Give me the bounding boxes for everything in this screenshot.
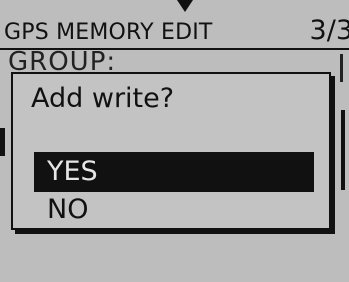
field-bracket — [340, 54, 343, 82]
lcd-screen: GPS MEMORY EDIT 3/3 GROUP: Add write? YE… — [0, 0, 349, 282]
dialog-title: Add write? — [31, 83, 175, 114]
down-arrow-icon — [177, 0, 193, 12]
option-no[interactable]: NO — [34, 190, 314, 230]
header-bar: GPS MEMORY EDIT 3/3 — [0, 15, 349, 48]
scrollbar — [341, 110, 345, 190]
screen-title: GPS MEMORY EDIT — [4, 20, 213, 45]
page-indicator: 3/3 — [309, 15, 349, 46]
option-yes[interactable]: YES — [34, 152, 314, 192]
confirm-dialog: Add write? YES NO — [11, 72, 331, 230]
cursor-marker — [0, 128, 5, 156]
